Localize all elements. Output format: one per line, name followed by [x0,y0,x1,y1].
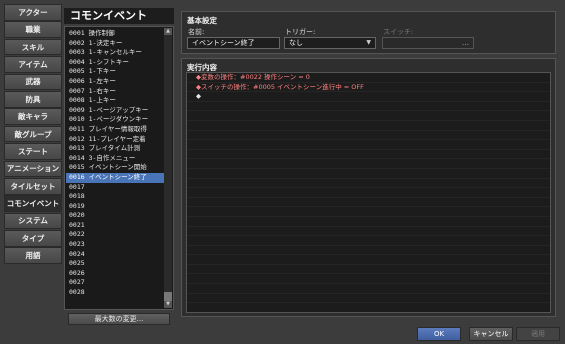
list-scrollbar[interactable]: ▲ ▼ [164,28,172,308]
command-line[interactable] [187,140,550,150]
command-line[interactable] [187,131,550,141]
list-title: コモンイベント [64,8,174,24]
change-max-button[interactable]: 最大数の変更... [68,313,170,325]
command-line[interactable] [187,227,550,237]
database-tabs: アクター 職業 スキル アイテム 武器 防具 敵キャラ 敵グループ ステート アニメーション タイル… [4,4,62,265]
command-line[interactable]: ◆変数の操作：#0022 操作シーン = 0 [187,73,550,83]
command-line[interactable] [187,121,550,131]
tab-item[interactable]: コモンイベント [4,195,62,212]
list-item[interactable]: 0011 プレイヤー情報取得 [66,125,164,135]
tab-item[interactable]: スキル [4,38,62,56]
list-item[interactable]: 0014 3-自作メニュー [66,154,164,164]
list-item[interactable]: 0017 [66,183,164,193]
list-item[interactable]: 0009 1-ページアップキー [66,106,164,116]
scroll-thumb[interactable] [164,292,172,301]
command-line[interactable] [187,111,550,121]
command-line[interactable] [187,207,550,217]
list-item[interactable]: 0006 1-左キー [66,77,164,87]
command-line[interactable] [187,265,550,275]
list-item[interactable]: 0020 [66,211,164,221]
list-item[interactable]: 0008 1-上キー [66,96,164,106]
ellipsis-icon: … [462,39,469,47]
command-line[interactable] [187,169,550,179]
list-item[interactable]: 0026 [66,269,164,279]
ok-button[interactable]: OK [417,327,461,341]
contents-group: 実行内容 ◆変数の操作：#0022 操作シーン = 0 ◆スイッチの操作：#000… [181,58,556,317]
command-line[interactable] [187,179,550,189]
tab-item[interactable]: 職業 [4,21,62,38]
command-line[interactable]: ◆スイッチの操作：#0005 イベントシーン進行中 = OFF [187,83,550,93]
tab-item[interactable]: 敵グループ [4,125,62,143]
list-item[interactable]: 0016 イベントシーン終了 [66,172,164,183]
name-field[interactable]: イベントシーン終了 [187,37,280,49]
command-line[interactable] [187,274,550,285]
command-line[interactable] [187,284,550,294]
list-item[interactable]: 0028 [66,288,164,298]
scroll-down-icon[interactable]: ▼ [164,301,172,308]
tab-item[interactable]: アイテム [4,56,62,73]
list-item[interactable]: 0012 11-プレイヤー定着 [66,135,164,145]
list-item[interactable]: 0019 [66,202,164,212]
trigger-select[interactable]: なし ▼ [284,37,376,49]
scroll-up-icon[interactable]: ▲ [164,28,172,35]
basic-settings-group: 基本設定 名前: イベントシーン終了 トリガー: なし ▼ スイッチ: … [181,11,556,54]
list-item[interactable]: 0022 [66,230,164,240]
list-item[interactable]: 0001 操作制御 [66,29,164,39]
list-item[interactable]: 0025 [66,259,164,269]
command-line[interactable] [187,159,550,169]
list-item[interactable]: 0027 [66,278,164,288]
name-value: イベントシーン終了 [192,39,255,47]
cancel-button[interactable]: キャンセル [469,327,513,341]
common-event-list[interactable]: 0001 操作制御 0002 1-決定キー 0003 1-キャンセルキー 0004 1… [64,26,174,310]
command-line[interactable] [187,188,550,198]
tab-item[interactable]: システム [4,212,62,230]
tab-item[interactable]: タイルセット [4,177,62,195]
command-line[interactable] [187,236,550,246]
tab-item[interactable]: 敵キャラ [4,108,62,125]
list-item[interactable]: 0002 1-決定キー [66,39,164,49]
tab-item[interactable]: 武器 [4,73,62,91]
trigger-value: なし [289,39,303,47]
list-item[interactable]: 0004 1-シフトキー [66,58,164,68]
name-label: 名前: [188,28,205,36]
switch-label: スイッチ: [383,28,414,36]
trigger-label: トリガー: [285,28,316,36]
command-line[interactable] [187,294,550,304]
tab-item[interactable]: 防具 [4,90,62,108]
list-item[interactable]: 0005 1-下キー [66,67,164,77]
tab-item[interactable]: アニメーション [4,160,62,178]
command-line[interactable] [187,217,550,227]
list-item[interactable]: 0007 1-右キー [66,87,164,97]
apply-button[interactable]: 適用 [516,327,560,341]
list-item[interactable]: 0018 [66,192,164,202]
tab-item[interactable]: ステート [4,143,62,160]
command-line[interactable] [187,198,550,208]
chevron-down-icon: ▼ [366,39,371,46]
basic-settings-title: 基本設定 [187,16,217,25]
tab-item[interactable]: タイプ [4,230,62,247]
common-event-list-panel: コモンイベント 0001 操作制御 0002 1-決定キー 0003 1-キャンセル… [64,8,174,325]
command-line[interactable] [187,246,550,256]
tab-item[interactable]: 用語 [4,247,62,265]
command-line[interactable] [187,102,550,112]
list-item[interactable]: 0023 [66,240,164,250]
command-line[interactable] [187,150,550,160]
list-item[interactable]: 0021 [66,221,164,231]
list-item[interactable]: 0015 イベントシーン開始 [66,163,164,173]
list-item[interactable]: 0003 1-キャンセルキー [66,48,164,58]
command-list[interactable]: ◆変数の操作：#0022 操作シーン = 0 ◆スイッチの操作：#0005 イベン… [186,72,551,313]
command-line[interactable] [187,255,550,265]
list-item[interactable]: 0013 プレイタイム計測 [66,144,164,154]
command-line[interactable]: ◆ [187,92,550,102]
switch-field: … [382,37,474,49]
list-item[interactable]: 0010 1-ページダウンキー [66,115,164,125]
tab-item[interactable]: アクター [4,4,62,21]
list-item[interactable]: 0024 [66,250,164,260]
